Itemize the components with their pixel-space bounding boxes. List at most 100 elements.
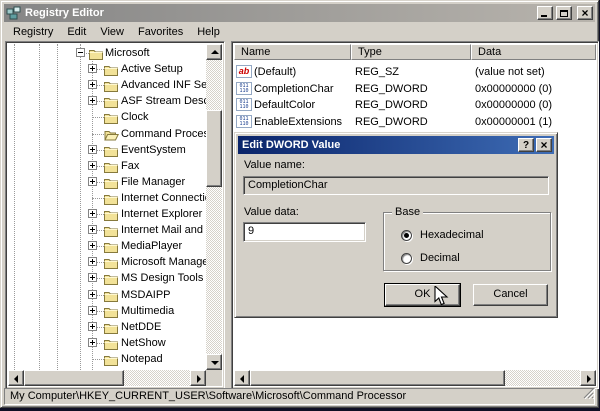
value-data-input[interactable]: 9	[243, 222, 366, 242]
expand-icon[interactable]	[88, 96, 97, 105]
decimal-radio[interactable]	[401, 253, 412, 264]
list-horizontal-scrollbar[interactable]	[234, 370, 596, 386]
column-header-data[interactable]: Data	[471, 44, 596, 60]
tree-item-label[interactable]: Internet Connection Wizard	[121, 191, 207, 205]
tree-item[interactable]: Clock	[8, 109, 207, 125]
expand-icon[interactable]	[88, 290, 97, 299]
tree-item-label[interactable]: NetShow	[121, 336, 166, 350]
expand-icon[interactable]	[88, 338, 97, 347]
tree-item-label[interactable]: MediaPlayer	[121, 239, 182, 253]
value-row[interactable]: 011110DefaultColorREG_DWORD0x00000000 (0…	[234, 97, 596, 113]
scroll-left-button[interactable]	[8, 370, 24, 386]
column-header-type[interactable]: Type	[351, 44, 471, 60]
tree-item[interactable]: Fax	[8, 158, 207, 174]
collapse-icon[interactable]	[76, 48, 85, 57]
value-row[interactable]: 011110EnableExtensionsREG_DWORD0x0000000…	[234, 114, 596, 130]
tree-item-label[interactable]: NetDDE	[121, 320, 161, 334]
horizontal-scroll-thumb[interactable]	[250, 370, 505, 386]
decimal-radio-label[interactable]: Decimal	[420, 252, 460, 264]
tree-item[interactable]: File Manager	[8, 174, 207, 190]
registry-editor-window: Registry Editor × RegistryEditViewFavori…	[0, 0, 599, 408]
tree-item-label[interactable]: Multimedia	[121, 304, 174, 318]
expand-icon[interactable]	[88, 161, 97, 170]
hexadecimal-radio-label[interactable]: Hexadecimal	[420, 229, 484, 241]
close-button[interactable]: ×	[577, 6, 593, 20]
menu-item-favorites[interactable]: Favorites	[131, 24, 190, 40]
tree-vertical-scrollbar[interactable]	[206, 44, 222, 370]
tree-item-label[interactable]: Microsoft Management Console	[121, 255, 207, 269]
maximize-button[interactable]	[556, 6, 572, 20]
tree-item[interactable]: MediaPlayer	[8, 238, 207, 254]
tree-item-label[interactable]: MSDAIPP	[121, 288, 171, 302]
expand-icon[interactable]	[88, 145, 97, 154]
value-row[interactable]: 011110CompletionCharREG_DWORD0x00000000 …	[234, 81, 596, 97]
expand-icon[interactable]	[88, 225, 97, 234]
tree-item-label[interactable]: Notepad	[121, 352, 163, 366]
tree-item-label[interactable]: Advanced INF Setup	[121, 78, 207, 92]
tree-item-label[interactable]: Command Processor	[121, 127, 207, 141]
resize-grip-icon[interactable]	[581, 388, 594, 404]
scroll-left-button[interactable]	[234, 370, 250, 386]
tree-item[interactable]: Microsoft	[8, 45, 207, 61]
hexadecimal-radio[interactable]	[401, 230, 412, 241]
tree-item-label[interactable]: Microsoft	[105, 46, 150, 60]
tree-item[interactable]: NetDDE	[8, 319, 207, 335]
menu-item-help[interactable]: Help	[190, 24, 227, 40]
tree-item-label[interactable]: EventSystem	[121, 143, 186, 157]
tree-item[interactable]: Command Processor	[8, 126, 207, 142]
expand-icon[interactable]	[88, 177, 97, 186]
menu-item-registry[interactable]: Registry	[6, 24, 60, 40]
tree-item-label[interactable]: Active Setup	[121, 62, 183, 76]
scroll-up-button[interactable]	[206, 44, 222, 60]
value-name[interactable]: CompletionChar	[254, 82, 333, 96]
horizontal-scroll-thumb[interactable]	[24, 370, 124, 386]
value-name[interactable]: (Default)	[254, 65, 296, 79]
tree-item-label[interactable]: Clock	[121, 110, 149, 124]
tree-item-label[interactable]: MS Design Tools	[121, 271, 203, 285]
expand-icon[interactable]	[88, 241, 97, 250]
value-name[interactable]: EnableExtensions	[254, 115, 342, 129]
tree-horizontal-scrollbar[interactable]	[8, 370, 206, 386]
vertical-scroll-thumb[interactable]	[206, 110, 222, 187]
tree-item[interactable]: MS Design Tools	[8, 270, 207, 286]
tree-item[interactable]: Microsoft Management Console	[8, 254, 207, 270]
tree-item[interactable]: Active Setup	[8, 61, 207, 77]
tree-item[interactable]: Multimedia	[8, 303, 207, 319]
dword-value-icon: 011110	[236, 82, 252, 95]
expand-icon[interactable]	[88, 322, 97, 331]
expand-icon[interactable]	[88, 273, 97, 282]
cancel-button[interactable]: Cancel	[473, 284, 548, 306]
tree-item[interactable]: Notepad	[8, 351, 207, 367]
tree-item[interactable]: Internet Mail and News	[8, 222, 207, 238]
expand-icon[interactable]	[88, 64, 97, 73]
dialog-help-button[interactable]: ?	[518, 138, 534, 152]
expand-icon[interactable]	[88, 80, 97, 89]
value-name[interactable]: DefaultColor	[254, 98, 315, 112]
scroll-down-button[interactable]	[206, 354, 222, 370]
tree-item-label[interactable]: ASF Stream Descriptor	[121, 94, 207, 108]
tree-item[interactable]: Internet Connection Wizard	[8, 190, 207, 206]
tree-item-label[interactable]: Fax	[121, 159, 139, 173]
expand-icon[interactable]	[88, 306, 97, 315]
scroll-right-button[interactable]	[190, 370, 206, 386]
value-row[interactable]: ab(Default)REG_SZ(value not set)	[234, 64, 596, 80]
tree-item[interactable]: ASF Stream Descriptor	[8, 93, 207, 109]
tree-item[interactable]: MSDAIPP	[8, 287, 207, 303]
expand-icon[interactable]	[88, 209, 97, 218]
dialog-close-button[interactable]: ×	[536, 138, 552, 152]
menu-item-view[interactable]: View	[93, 24, 131, 40]
tree-item-label[interactable]: Internet Mail and News	[121, 223, 207, 237]
folder-icon	[104, 160, 118, 172]
value-data: 0x00000000 (0)	[475, 82, 552, 96]
menu-item-edit[interactable]: Edit	[60, 24, 93, 40]
tree-item[interactable]: EventSystem	[8, 142, 207, 158]
tree-item-label[interactable]: Internet Explorer	[121, 207, 202, 221]
scroll-right-button[interactable]	[580, 370, 596, 386]
tree-item[interactable]: NetShow	[8, 335, 207, 351]
tree-item-label[interactable]: File Manager	[121, 175, 185, 189]
expand-icon[interactable]	[88, 257, 97, 266]
tree-item[interactable]: Advanced INF Setup	[8, 77, 207, 93]
column-header-name[interactable]: Name	[234, 44, 351, 60]
tree-item[interactable]: Internet Explorer	[8, 206, 207, 222]
minimize-button[interactable]	[537, 6, 553, 20]
